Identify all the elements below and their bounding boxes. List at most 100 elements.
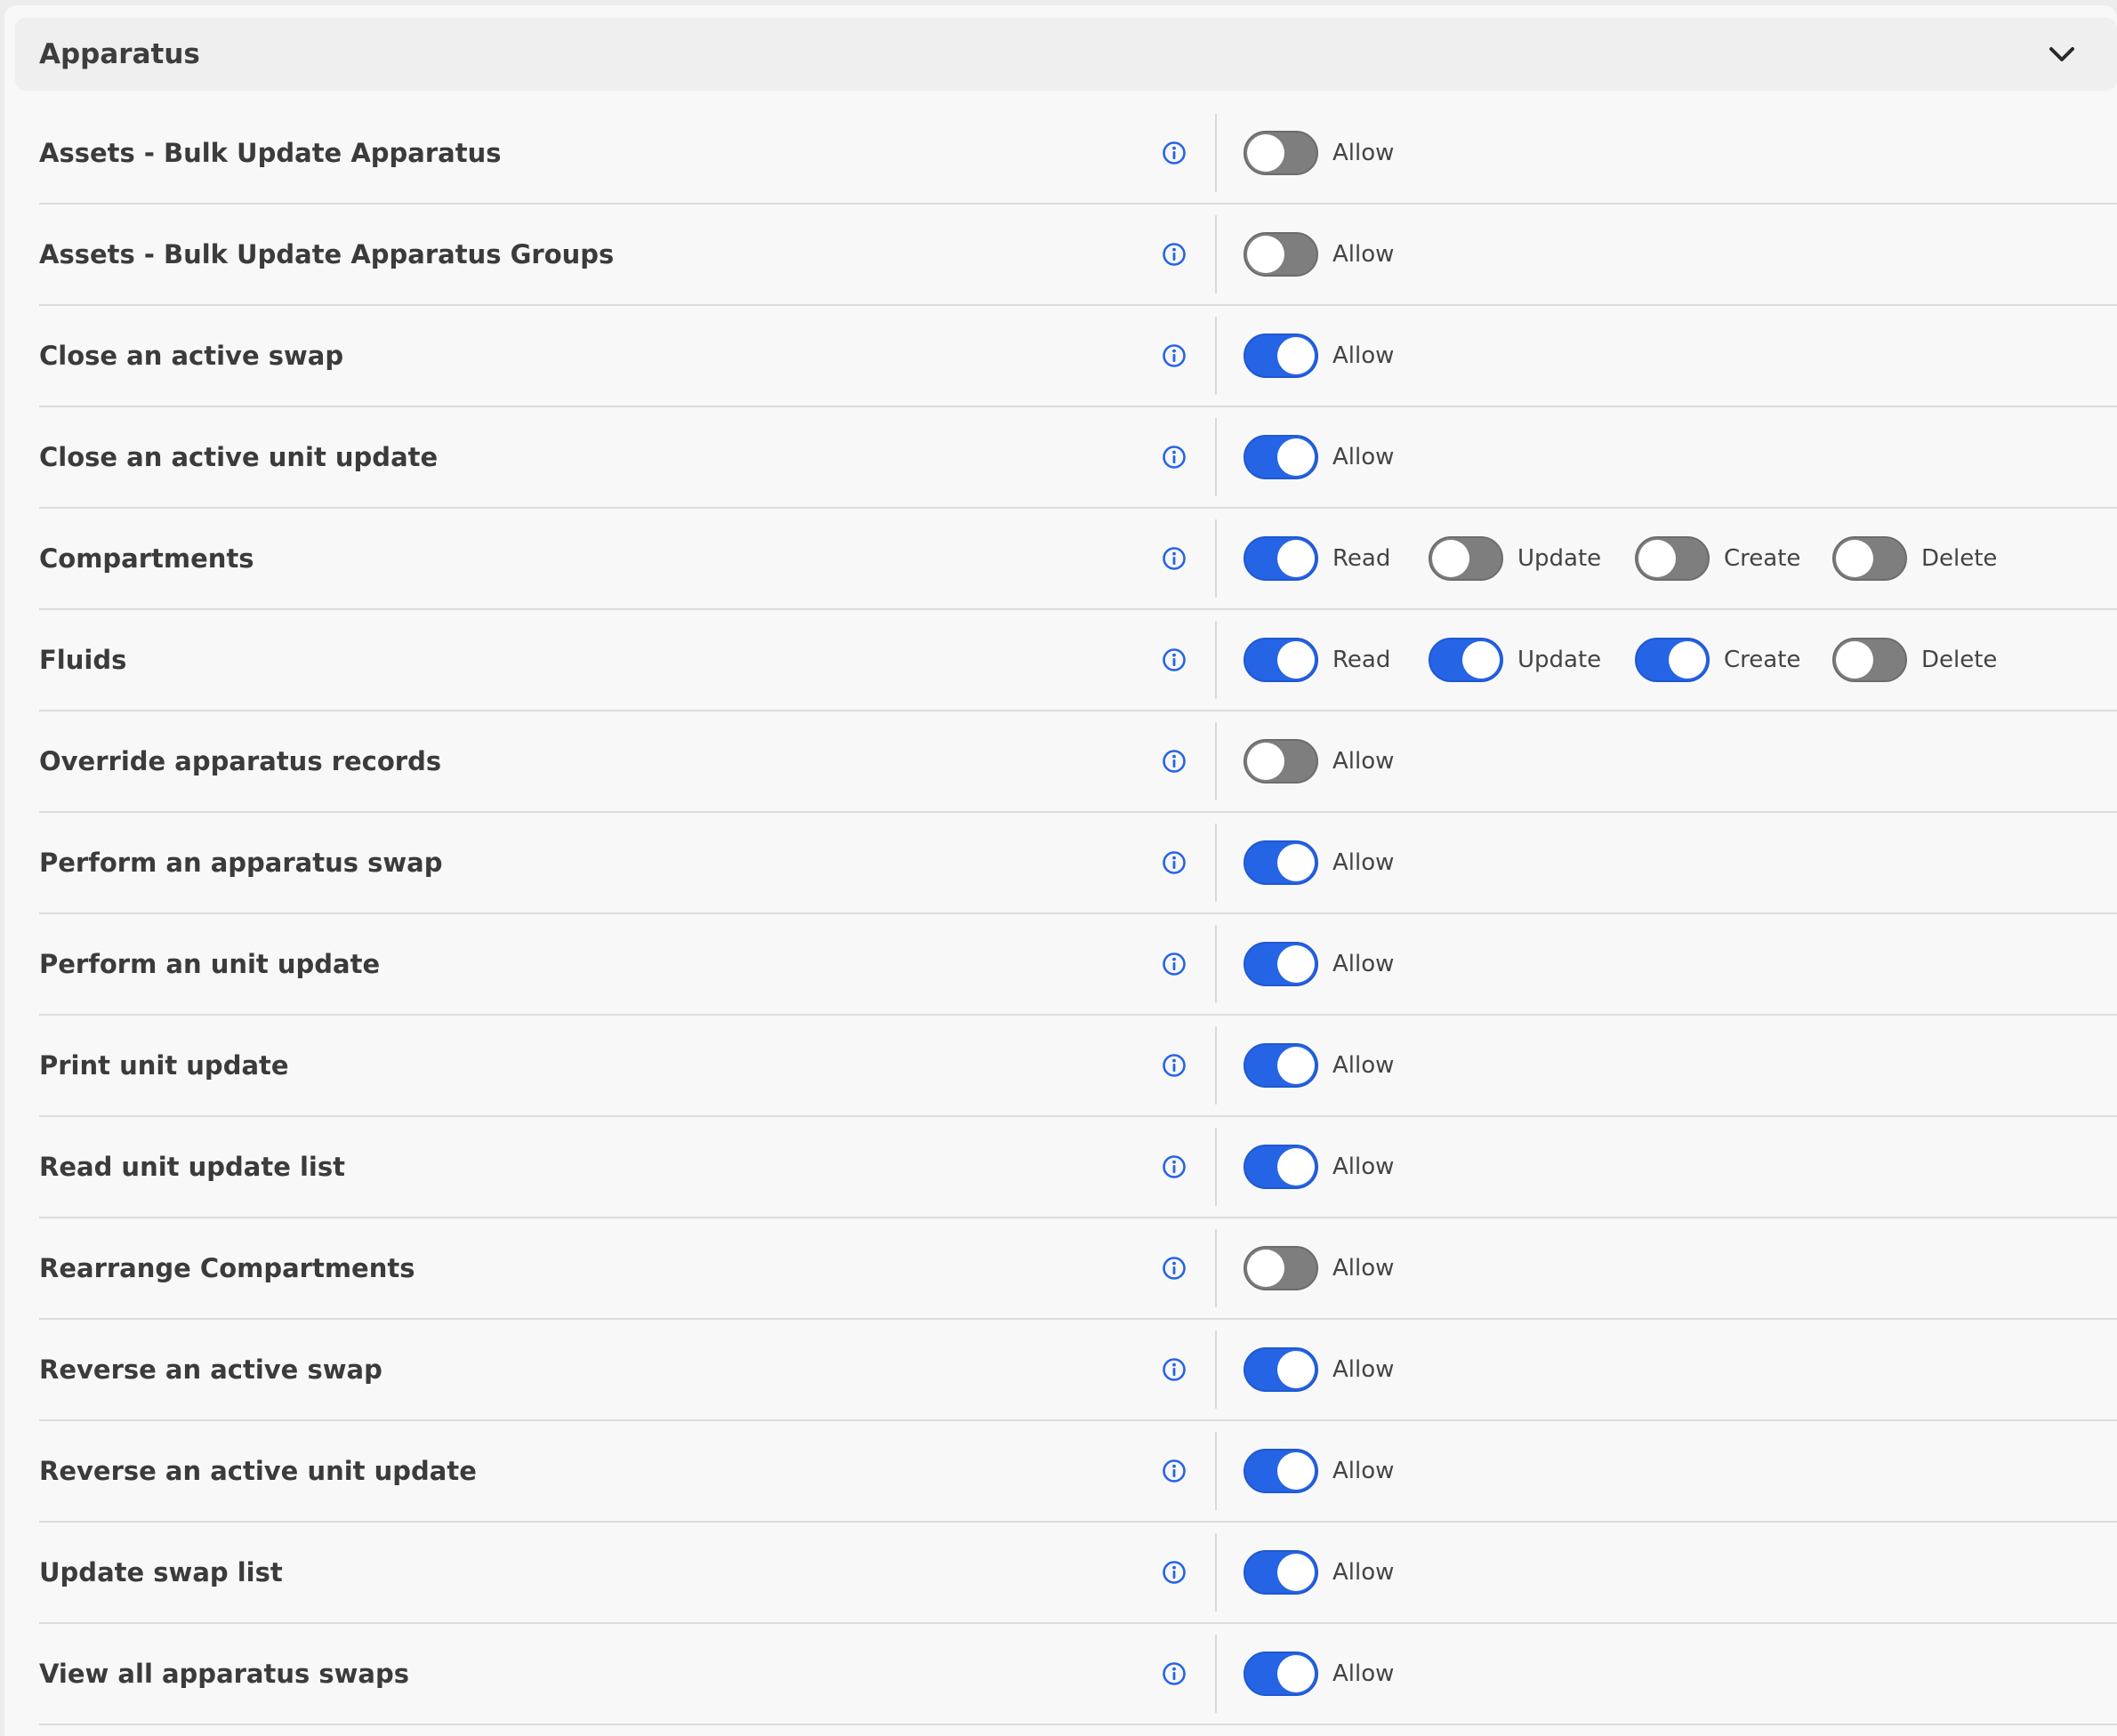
column-divider <box>1215 621 1217 699</box>
permission-controls: Allow <box>1244 306 1421 406</box>
permission-row: Assets - Bulk Update Apparatus Groups Al… <box>39 205 2117 306</box>
chevron-down-icon[interactable] <box>2048 44 2076 64</box>
info-circle-icon[interactable] <box>1162 850 1187 875</box>
permission-toggle-allow[interactable] <box>1244 1043 1318 1088</box>
permission-option-label: Delete <box>1921 545 1998 572</box>
permission-controls: Allow <box>1244 813 1421 912</box>
permission-label: Reverse an active unit update <box>39 1456 477 1486</box>
permission-option: Allow <box>1244 942 1421 986</box>
info-circle-icon[interactable] <box>1162 1053 1187 1078</box>
info-circle-icon[interactable] <box>1162 749 1187 774</box>
permission-label: Perform an unit update <box>39 949 381 979</box>
info-circle-icon[interactable] <box>1162 647 1187 672</box>
info-circle-icon[interactable] <box>1162 952 1187 976</box>
permission-controls: Allow <box>1244 103 1421 203</box>
permission-row: Perform an apparatus swap Allow <box>39 813 2117 914</box>
permission-row: Read unit update list Allow <box>39 1117 2117 1218</box>
permission-toggle-create[interactable] <box>1635 638 1710 682</box>
permission-option: Allow <box>1244 840 1421 885</box>
permission-option-label: Allow <box>1332 1052 1395 1079</box>
permission-toggle-read[interactable] <box>1244 536 1318 581</box>
column-divider <box>1215 1229 1217 1307</box>
permission-toggle-update[interactable] <box>1429 536 1503 581</box>
permission-option: Create <box>1635 638 1832 682</box>
info-circle-icon[interactable] <box>1162 1357 1187 1382</box>
permission-controls: Allow <box>1244 1320 1421 1419</box>
info-circle-icon[interactable] <box>1162 1661 1187 1686</box>
info-circle-icon[interactable] <box>1162 1154 1187 1179</box>
permission-toggle-allow[interactable] <box>1244 942 1318 986</box>
column-divider <box>1215 1432 1217 1510</box>
permission-option-label: Read <box>1332 647 1391 673</box>
toggle-knob <box>1277 1351 1315 1388</box>
permission-option: Allow <box>1244 131 1421 175</box>
permission-option: Delete <box>1832 536 2019 581</box>
permission-toggle-allow[interactable] <box>1244 1652 1318 1696</box>
permission-toggle-update[interactable] <box>1429 638 1503 682</box>
permission-toggle-allow[interactable] <box>1244 1449 1318 1493</box>
permission-option-label: Allow <box>1332 444 1395 470</box>
section-title: Apparatus <box>39 38 200 70</box>
toggle-knob <box>1638 540 1676 577</box>
permission-toggle-allow[interactable] <box>1244 131 1318 175</box>
permission-row: View all apparatus swaps Allow <box>39 1624 2117 1725</box>
toggle-knob <box>1247 1250 1284 1287</box>
permission-controls: Allow <box>1244 1117 1421 1217</box>
permission-label: Read unit update list <box>39 1152 345 1182</box>
permission-controls: Allow <box>1244 1421 1421 1521</box>
permission-toggle-create[interactable] <box>1635 536 1710 581</box>
info-circle-icon[interactable] <box>1162 546 1187 571</box>
info-circle-icon[interactable] <box>1162 242 1187 267</box>
permission-toggle-delete[interactable] <box>1832 638 1907 682</box>
permission-label: Override apparatus records <box>39 746 442 776</box>
permission-row: Reverse an active unit update Allow <box>39 1421 2117 1523</box>
permission-option-label: Delete <box>1921 647 1998 673</box>
info-circle-icon[interactable] <box>1162 1560 1187 1585</box>
permission-controls: Read Update Create Delete <box>1244 509 2019 608</box>
toggle-knob <box>1277 945 1315 983</box>
permission-option-label: Allow <box>1332 1660 1395 1687</box>
column-divider <box>1215 519 1217 598</box>
permission-option: Allow <box>1244 435 1421 479</box>
permission-toggle-allow[interactable] <box>1244 334 1318 378</box>
toggle-knob <box>1277 844 1315 881</box>
permission-option: Allow <box>1244 1449 1421 1493</box>
permission-option-label: Allow <box>1332 140 1395 166</box>
toggle-knob <box>1432 540 1469 577</box>
column-divider <box>1215 1026 1217 1105</box>
permission-toggle-allow[interactable] <box>1244 1347 1318 1392</box>
permission-toggle-allow[interactable] <box>1244 1145 1318 1189</box>
info-circle-icon[interactable] <box>1162 343 1187 368</box>
column-divider <box>1215 114 1217 192</box>
info-circle-icon[interactable] <box>1162 445 1187 470</box>
column-divider <box>1215 925 1217 1003</box>
column-divider <box>1215 824 1217 902</box>
permission-toggle-allow[interactable] <box>1244 739 1318 784</box>
permission-label: Close an active unit update <box>39 442 439 472</box>
toggle-knob <box>1277 641 1315 679</box>
permission-option: Read <box>1244 536 1429 581</box>
permission-toggle-read[interactable] <box>1244 638 1318 682</box>
permission-toggle-allow[interactable] <box>1244 435 1318 479</box>
permission-controls: Read Update Create Delete <box>1244 610 2019 710</box>
permission-label: Perform an apparatus swap <box>39 848 443 878</box>
info-circle-icon[interactable] <box>1162 1459 1187 1483</box>
permission-toggle-allow[interactable] <box>1244 840 1318 885</box>
column-divider <box>1215 1635 1217 1713</box>
permission-controls: Allow <box>1244 914 1421 1014</box>
permission-option-label: Allow <box>1332 1458 1395 1484</box>
permission-toggle-allow[interactable] <box>1244 1550 1318 1595</box>
permission-toggle-delete[interactable] <box>1832 536 1907 581</box>
permission-controls: Allow <box>1244 1218 1421 1318</box>
column-divider <box>1215 215 1217 293</box>
permission-option-label: Allow <box>1332 1153 1395 1180</box>
permission-option: Allow <box>1244 1550 1421 1595</box>
column-divider <box>1215 1533 1217 1611</box>
section-header[interactable]: Apparatus <box>15 18 2117 91</box>
info-circle-icon[interactable] <box>1162 1256 1187 1281</box>
info-circle-icon[interactable] <box>1162 141 1187 165</box>
permission-label: Assets - Bulk Update Apparatus Groups <box>39 239 615 269</box>
permission-toggle-allow[interactable] <box>1244 232 1318 277</box>
column-divider <box>1215 418 1217 496</box>
permission-toggle-allow[interactable] <box>1244 1246 1318 1290</box>
